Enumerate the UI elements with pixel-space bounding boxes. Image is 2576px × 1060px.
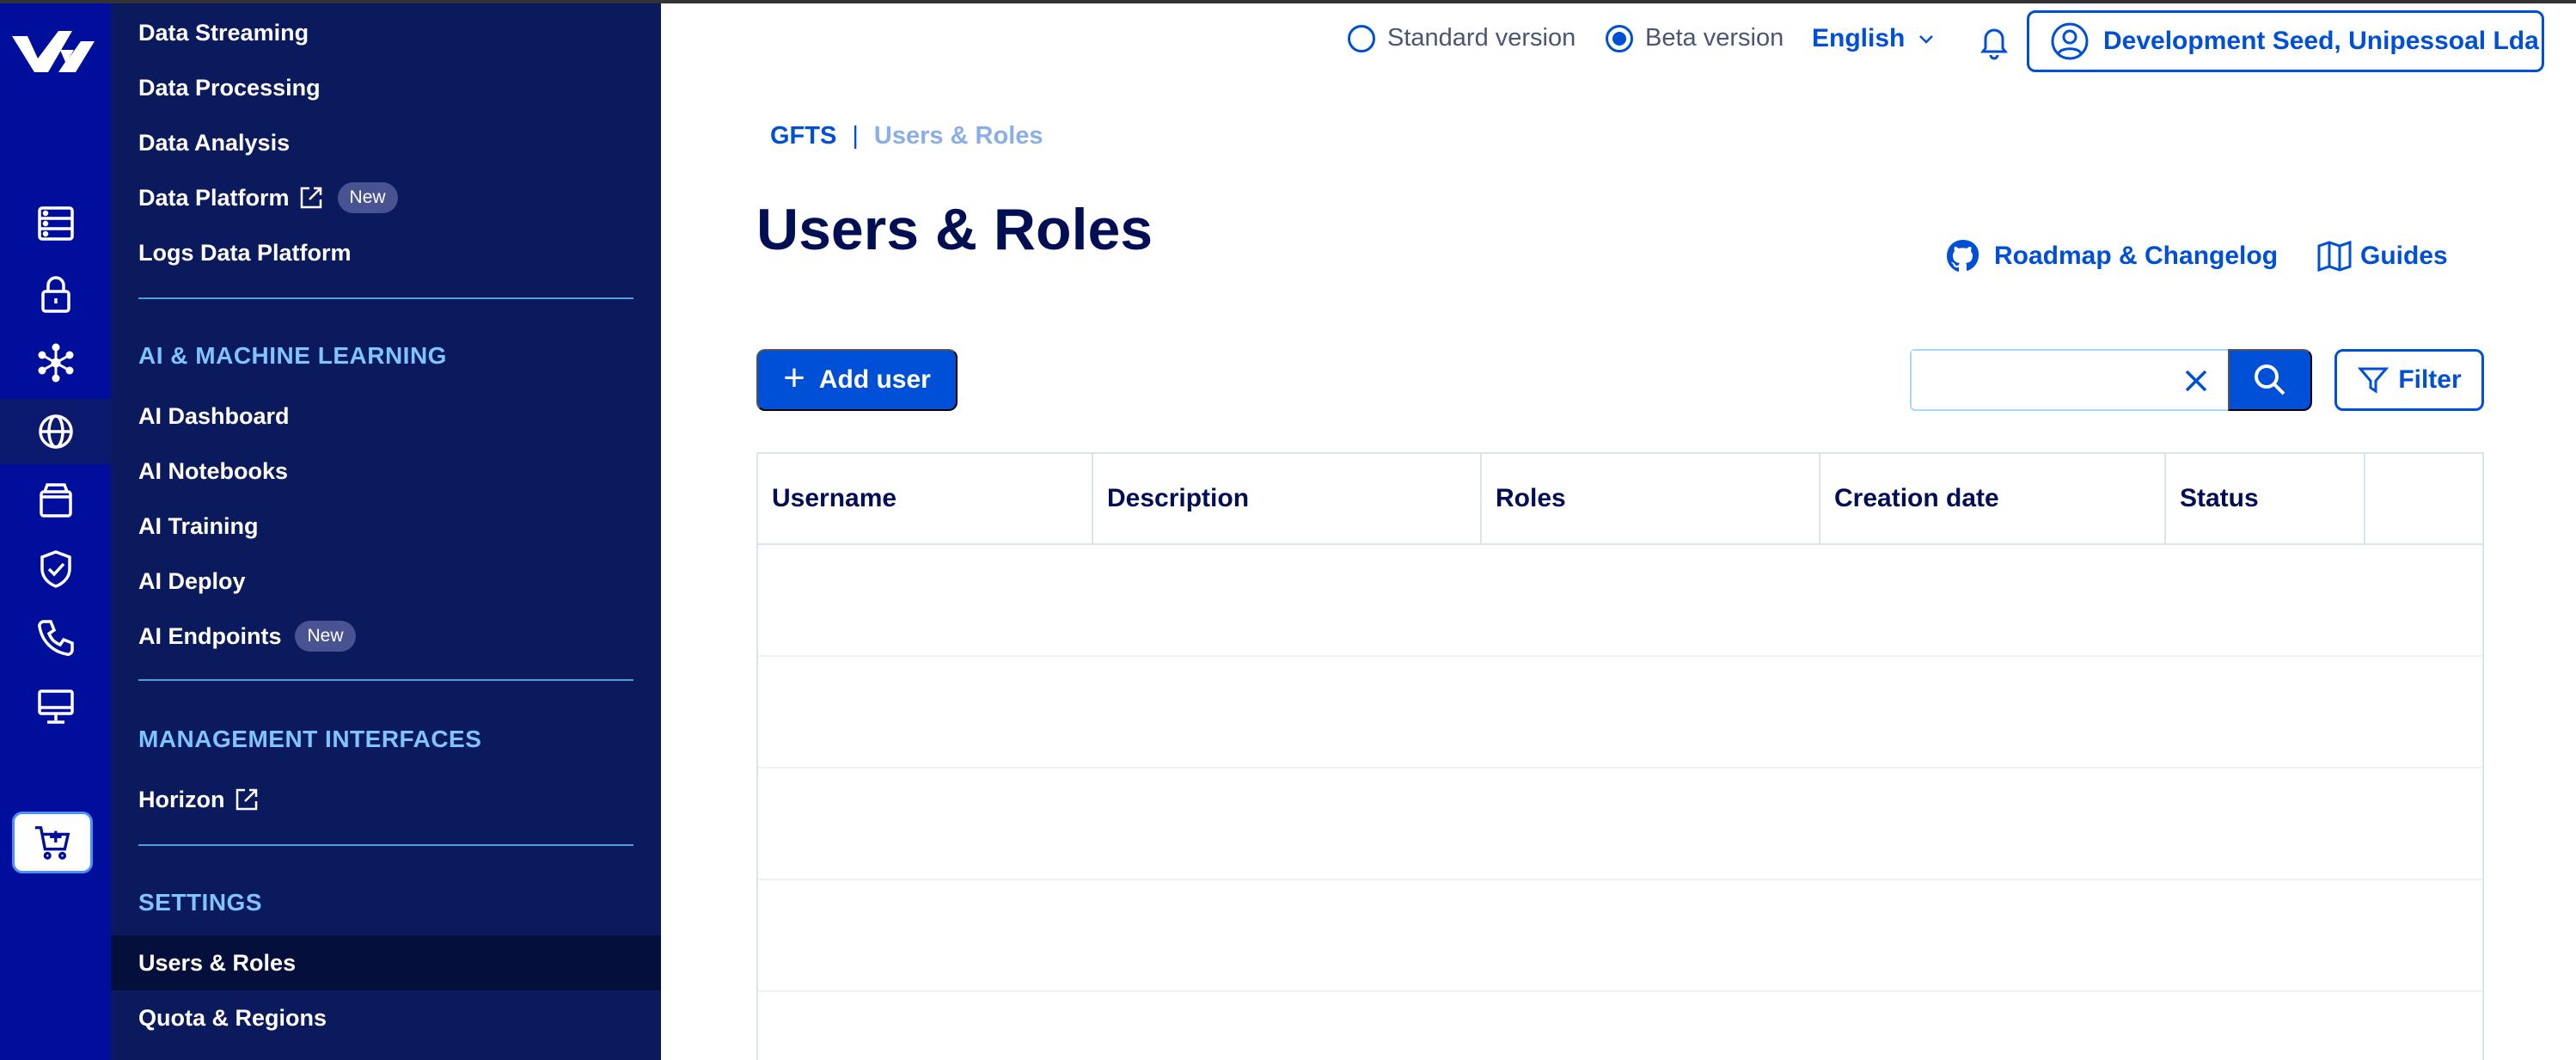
globe-icon[interactable] <box>0 399 111 464</box>
breadcrumb-separator: | <box>852 122 859 150</box>
search-input[interactable] <box>1912 351 2169 407</box>
column-header-description[interactable]: Description <box>1093 454 1482 543</box>
roadmap-label: Roadmap & Changelog <box>1994 242 2279 270</box>
bell-icon[interactable] <box>1975 22 2013 60</box>
menu-item-ai-dashboard[interactable]: AI Dashboard <box>138 399 290 433</box>
menu-item-label: Logs Data Platform <box>138 239 352 266</box>
standard-version-radio[interactable]: Standard version <box>1348 24 1576 52</box>
menu-item-label: Data Processing <box>138 74 321 101</box>
external-link-icon <box>236 788 257 811</box>
server-icon[interactable] <box>0 191 111 256</box>
table-row <box>758 767 2482 769</box>
phone-icon[interactable] <box>0 605 111 671</box>
menu-divider <box>138 844 633 846</box>
menu-item-label: AI Notebooks <box>138 457 289 484</box>
search-icon <box>2255 365 2285 395</box>
menu-item-ai-endpoints[interactable]: AI Endpoints New <box>138 619 356 653</box>
sidebar-menu: Data Streaming Data Processing Data Anal… <box>111 0 661 1060</box>
table-header: Username Description Roles Creation date… <box>758 454 2482 545</box>
window-top-border <box>0 0 2576 3</box>
breadcrumb-current: Users & Roles <box>873 122 1043 150</box>
radio-label: Standard version <box>1387 24 1576 52</box>
menu-item-users-roles[interactable]: Users & Roles <box>111 935 661 990</box>
shield-check-icon[interactable] <box>0 536 111 602</box>
menu-item-label: AI Dashboard <box>138 402 290 429</box>
radio-label: Beta version <box>1645 24 1784 52</box>
language-label: English <box>1812 24 1906 52</box>
search-button[interactable] <box>2228 349 2312 411</box>
column-header-roles[interactable]: Roles <box>1482 454 1820 543</box>
page-title: Users & Roles <box>756 197 1153 262</box>
add-user-button[interactable]: + Add user <box>756 349 958 411</box>
section-title-settings: SETTINGS <box>138 889 263 916</box>
menu-item-data-processing[interactable]: Data Processing <box>138 70 321 105</box>
column-header-status[interactable]: Status <box>2166 454 2365 543</box>
beta-version-radio[interactable]: Beta version <box>1606 24 1784 52</box>
lock-icon[interactable] <box>0 261 111 327</box>
menu-item-data-streaming[interactable]: Data Streaming <box>138 15 309 50</box>
user-circle-icon <box>2051 22 2089 60</box>
chevron-down-icon <box>1919 35 1934 44</box>
external-link-icon <box>300 187 321 209</box>
table-row <box>758 990 2482 992</box>
menu-item-data-analysis[interactable]: Data Analysis <box>138 126 290 160</box>
guides-label: Guides <box>2360 242 2448 270</box>
cart-add-button[interactable] <box>12 812 93 873</box>
column-header-actions <box>2365 454 2482 543</box>
section-title-management: MANAGEMENT INTERFACES <box>138 726 482 752</box>
menu-item-label: Users & Roles <box>138 949 297 976</box>
menu-item-ai-deploy[interactable]: AI Deploy <box>138 564 246 598</box>
cart-plus-icon <box>34 826 70 860</box>
github-icon <box>1947 240 1979 272</box>
menu-item-ai-training[interactable]: AI Training <box>138 509 259 543</box>
book-icon <box>2317 240 2352 273</box>
icon-rail <box>0 0 111 1060</box>
add-user-label: Add user <box>818 365 931 394</box>
logo-icon[interactable] <box>9 24 98 84</box>
filter-icon <box>2358 367 2389 394</box>
menu-item-label: Data Analysis <box>138 129 291 156</box>
close-icon[interactable] <box>2181 366 2211 395</box>
menu-divider <box>138 297 633 299</box>
column-header-username[interactable]: Username <box>758 454 1093 543</box>
menu-item-label: Data Streaming <box>138 19 309 46</box>
section-title-ai: AI & MACHINE LEARNING <box>138 342 447 369</box>
table-row <box>758 655 2482 657</box>
menu-divider <box>138 679 633 681</box>
menu-item-ai-notebooks[interactable]: AI Notebooks <box>138 454 288 488</box>
account-button[interactable]: Development Seed, Unipessoal Lda <box>2027 10 2544 72</box>
account-name: Development Seed, Unipessoal Lda <box>2103 27 2539 55</box>
menu-item-logs-data-platform[interactable]: Logs Data Platform <box>138 236 352 270</box>
menu-item-label: AI Deploy <box>138 567 246 594</box>
guides-link[interactable]: Guides <box>2316 237 2448 275</box>
menu-item-label: Horizon <box>138 786 225 812</box>
radio-checked <box>1606 24 1633 52</box>
radio-unchecked <box>1348 24 1375 52</box>
search-field[interactable] <box>1910 349 2230 411</box>
plus-icon: + <box>783 357 805 399</box>
table-row <box>758 879 2482 880</box>
menu-item-label: Quota & Regions <box>138 1004 327 1031</box>
breadcrumb: GFTS | Users & Roles <box>770 122 1043 150</box>
users-table: Username Description Roles Creation date… <box>756 452 2484 1060</box>
language-selector[interactable]: English <box>1812 24 1936 53</box>
storage-box-icon[interactable] <box>0 468 111 533</box>
column-header-creation-date[interactable]: Creation date <box>1820 454 2166 543</box>
breadcrumb-root[interactable]: GFTS <box>770 122 836 150</box>
network-icon[interactable] <box>0 330 111 395</box>
menu-item-label: AI Training <box>138 512 259 539</box>
roadmap-changelog-link[interactable]: Roadmap & Changelog <box>1944 237 2278 275</box>
new-badge: New <box>295 621 356 652</box>
menu-item-data-platform[interactable]: Data Platform New <box>138 181 398 215</box>
menu-item-label: AI Endpoints <box>138 622 282 649</box>
menu-item-label: Data Platform <box>138 184 290 211</box>
menu-item-quota-regions[interactable]: Quota & Regions <box>138 1001 327 1035</box>
new-badge: New <box>337 182 398 213</box>
menu-item-horizon[interactable]: Horizon <box>138 782 260 817</box>
filter-label: Filter <box>2398 365 2462 394</box>
filter-button[interactable]: Filter <box>2334 349 2484 411</box>
monitor-icon[interactable] <box>0 674 111 739</box>
